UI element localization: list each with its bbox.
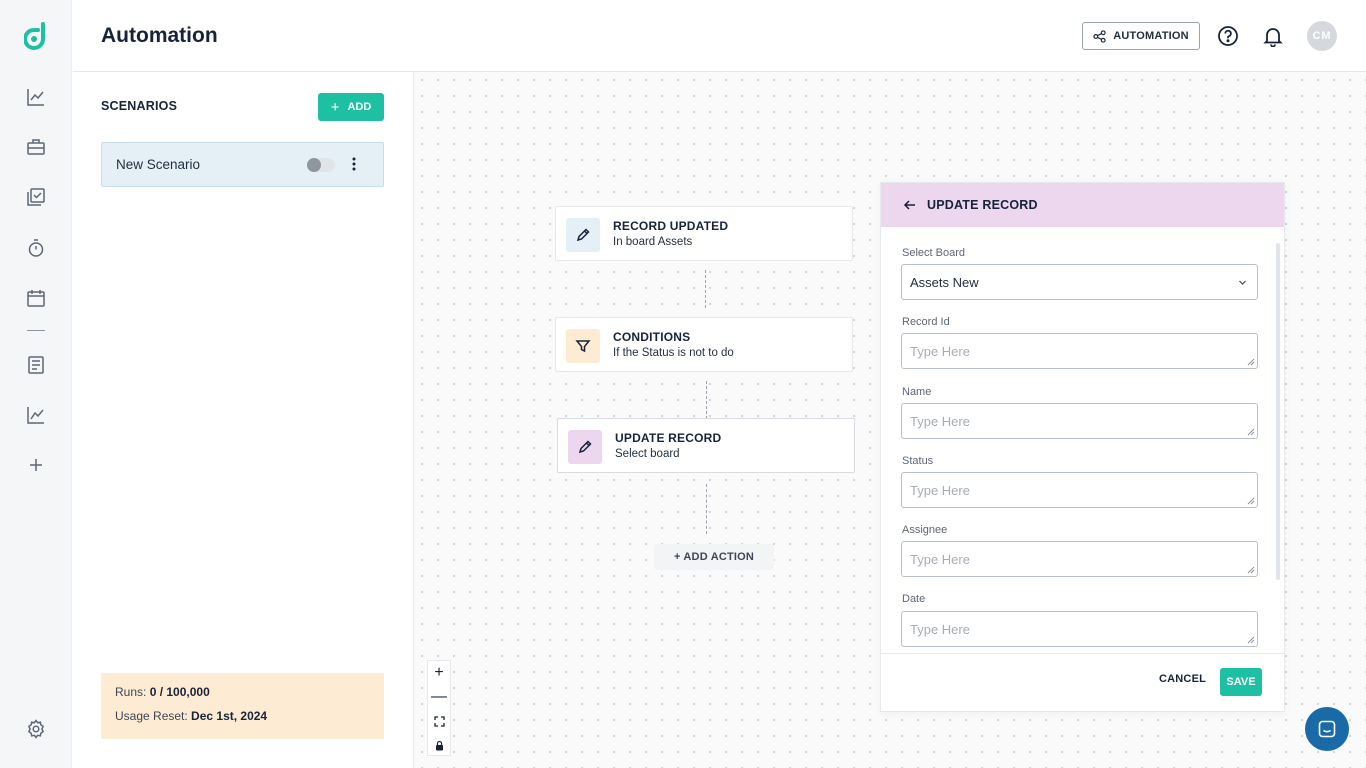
connector-line xyxy=(706,484,707,534)
pencil-icon xyxy=(568,430,602,464)
record-id-label: Record Id xyxy=(902,316,950,328)
connector-line xyxy=(705,270,706,308)
toggle-knob xyxy=(307,158,321,172)
usage-box: Runs: 0 / 100,000 Usage Reset: Dec 1st, … xyxy=(101,673,384,739)
panel-title: UPDATE RECORD xyxy=(927,198,1038,212)
name-placeholder: Type Here xyxy=(910,413,970,429)
resize-grip-icon xyxy=(1247,428,1255,436)
resize-grip-icon xyxy=(1247,566,1255,574)
node-subtitle: Select board xyxy=(615,448,680,460)
document-icon[interactable] xyxy=(24,353,48,377)
filter-icon xyxy=(566,329,600,363)
briefcase-icon[interactable] xyxy=(24,135,48,159)
save-button[interactable]: SAVE xyxy=(1220,668,1262,696)
fullscreen-icon xyxy=(433,715,445,727)
logo-icon[interactable] xyxy=(24,22,50,52)
date-field[interactable]: Type Here xyxy=(901,611,1258,647)
runs-value: 0 / 100,000 xyxy=(149,685,210,699)
resize-grip-icon xyxy=(1247,358,1255,366)
top-header: Automation AUTOMATION CM xyxy=(73,0,1366,72)
scenarios-panel: SCENARIOS + ADD New Scenario Runs: 0 / 1… xyxy=(73,72,414,768)
usage-reset-label: Usage Reset: xyxy=(115,709,188,723)
name-field[interactable]: Type Here xyxy=(901,403,1258,439)
panel-scrollbar[interactable] xyxy=(1276,243,1280,580)
select-board-dropdown[interactable]: Assets New xyxy=(901,264,1258,300)
lock-icon xyxy=(435,740,443,750)
node-subtitle: In board Assets xyxy=(613,236,693,248)
node-record-updated[interactable]: RECORD UPDATED In board Assets xyxy=(555,206,853,261)
chat-icon xyxy=(1318,720,1336,738)
help-icon[interactable] xyxy=(1217,25,1239,47)
resize-grip-icon xyxy=(1247,497,1255,505)
node-update-record[interactable]: UPDATE RECORD Select board xyxy=(557,418,855,473)
automation-button-label: AUTOMATION xyxy=(1113,30,1189,42)
analytics-icon[interactable] xyxy=(24,85,48,109)
icon-rail xyxy=(0,0,72,768)
chart-icon[interactable] xyxy=(24,403,48,427)
select-board-label: Select Board xyxy=(902,247,965,259)
node-conditions[interactable]: CONDITIONS If the Status is not to do xyxy=(555,317,853,372)
zoom-in-button[interactable]: + xyxy=(428,661,450,685)
assignee-field[interactable]: Type Here xyxy=(901,541,1258,577)
record-id-placeholder: Type Here xyxy=(910,343,970,359)
panel-body: Select Board Assets New Record Id Type H… xyxy=(881,227,1284,653)
pencil-icon xyxy=(566,218,600,252)
status-field[interactable]: Type Here xyxy=(901,472,1258,508)
scenario-item[interactable]: New Scenario xyxy=(101,142,384,187)
user-avatar[interactable]: CM xyxy=(1307,21,1337,51)
select-board-value: Assets New xyxy=(910,274,979,290)
timer-icon[interactable] xyxy=(24,236,48,260)
node-title: UPDATE RECORD xyxy=(615,431,722,445)
assignee-label: Assignee xyxy=(902,524,948,536)
panel-footer: CANCEL SAVE xyxy=(881,653,1284,711)
rail-divider xyxy=(27,330,45,331)
connector-line xyxy=(706,381,707,419)
usage-reset-value: Dec 1st, 2024 xyxy=(191,709,268,723)
more-options-icon[interactable] xyxy=(350,156,358,172)
fit-view-button[interactable] xyxy=(428,709,450,733)
page-title: Automation xyxy=(101,24,218,47)
status-label: Status xyxy=(902,455,934,467)
scenarios-title: SCENARIOS xyxy=(101,99,178,113)
plus-icon: + xyxy=(330,98,340,116)
add-icon[interactable] xyxy=(24,453,48,477)
share-nodes-icon xyxy=(1093,29,1106,43)
add-button-label: ADD xyxy=(347,101,372,113)
tasks-icon[interactable] xyxy=(24,185,48,209)
status-placeholder: Type Here xyxy=(910,482,970,498)
lock-button[interactable] xyxy=(428,733,450,757)
node-title: RECORD UPDATED xyxy=(613,219,729,233)
panel-header: UPDATE RECORD xyxy=(881,183,1284,227)
calendar-icon[interactable] xyxy=(24,286,48,310)
update-record-panel: UPDATE RECORD Select Board Assets New Re… xyxy=(880,182,1285,712)
name-label: Name xyxy=(902,386,932,398)
add-action-button[interactable]: + ADD ACTION xyxy=(654,544,774,570)
scenario-toggle[interactable] xyxy=(307,158,335,172)
settings-icon[interactable] xyxy=(24,717,48,741)
assignee-placeholder: Type Here xyxy=(910,551,970,567)
node-title: CONDITIONS xyxy=(613,330,691,344)
scenario-name: New Scenario xyxy=(116,157,201,172)
cancel-button[interactable]: CANCEL xyxy=(1159,673,1206,685)
back-arrow-icon[interactable] xyxy=(903,198,917,212)
notification-bell-icon[interactable] xyxy=(1262,25,1284,47)
date-label: Date xyxy=(902,593,926,605)
add-scenario-button[interactable]: + ADD xyxy=(318,93,384,121)
zoom-controls: + — xyxy=(427,660,451,756)
date-placeholder: Type Here xyxy=(910,621,970,637)
runs-label: Runs: xyxy=(115,685,147,699)
chevron-down-icon xyxy=(1239,280,1246,285)
record-id-field[interactable]: Type Here xyxy=(901,333,1258,369)
zoom-out-button[interactable]: — xyxy=(428,685,450,709)
automation-button[interactable]: AUTOMATION xyxy=(1082,22,1200,50)
node-subtitle: If the Status is not to do xyxy=(613,347,734,359)
resize-grip-icon xyxy=(1247,636,1255,644)
chat-support-button[interactable] xyxy=(1305,707,1349,751)
